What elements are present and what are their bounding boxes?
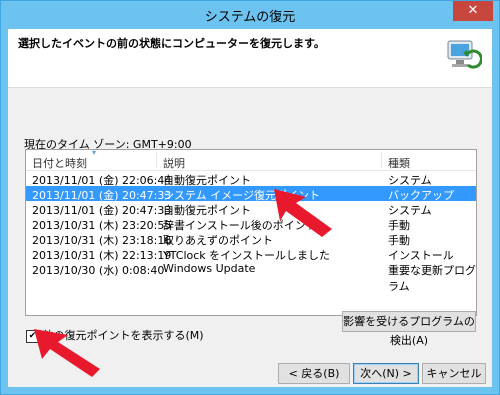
table-row[interactable]: 2013/10/31 (木) 22:13:19 YTClock をインストールし… xyxy=(26,246,476,262)
annotation-arrow-icon xyxy=(34,329,100,377)
table-row[interactable]: 2013/10/31 (木) 23:18:16 取りあえずのポイント 手動 xyxy=(26,231,476,247)
cell-description: Windows Update xyxy=(163,262,256,275)
table-row-selected[interactable]: 2013/11/01 (金) 20:47:33 システム イメージ復元ポイント … xyxy=(26,186,476,202)
column-divider xyxy=(156,152,157,168)
column-header-type[interactable]: 種類 xyxy=(388,155,410,171)
system-restore-icon xyxy=(447,40,482,69)
table-row[interactable]: 2013/11/01 (金) 20:47:33 自動復元ポイント システム xyxy=(26,201,476,217)
scan-affected-programs-button[interactable]: 影響を受けるプログラムの検出(A) xyxy=(342,311,476,347)
table-row[interactable]: 2013/11/01 (金) 22:06:44 自動復元ポイント システム xyxy=(26,171,476,187)
close-button[interactable]: ✕ xyxy=(453,1,493,21)
column-divider xyxy=(381,152,382,168)
bottom-border xyxy=(1,387,499,394)
cell-type: 重要な更新プログラム xyxy=(388,264,476,293)
page-heading: 選択したイベントの前の状態にコンピューターを復元します。 xyxy=(18,37,325,50)
header-panel: 選択したイベントの前の状態にコンピューターを復元します。 xyxy=(8,29,492,88)
left-border xyxy=(1,29,8,394)
sort-caret-icon: ▾ xyxy=(92,148,97,157)
column-header-datetime[interactable]: 日付と時刻 xyxy=(32,155,87,171)
cancel-button[interactable]: キャンセル xyxy=(422,363,486,384)
table-row[interactable]: 2013/10/31 (木) 23:20:55 辞書インストール後のポイント 手… xyxy=(26,216,476,232)
restore-point-list[interactable]: ▾ 日付と時刻 説明 種類 2013/11/01 (金) 22:06:44 自動… xyxy=(25,148,477,316)
right-border xyxy=(492,29,499,394)
cell-datetime: 2013/10/30 (水) 0:08:40 xyxy=(32,264,165,277)
table-row[interactable]: 2013/10/30 (水) 0:08:40 Windows Update 重要… xyxy=(26,261,476,293)
back-button[interactable]: < 戻る(B) xyxy=(278,363,350,384)
window-title: システムの復元 xyxy=(204,10,296,25)
list-header: ▾ 日付と時刻 説明 種類 xyxy=(26,148,476,171)
title-bar[interactable]: システムの復元 ✕ xyxy=(1,1,499,29)
column-header-description[interactable]: 説明 xyxy=(163,155,185,171)
annotation-arrow-icon xyxy=(274,189,332,237)
next-button[interactable]: 次へ(N) > xyxy=(353,363,419,384)
